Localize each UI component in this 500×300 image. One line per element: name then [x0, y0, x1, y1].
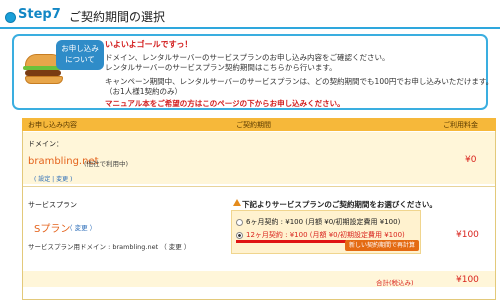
option-6-months[interactable]: 6ヶ月契約 : ¥100 (月額 ¥0/初期設定費用 ¥100) [236, 217, 400, 227]
radio-6-months[interactable] [236, 218, 243, 226]
intro-text-2: レンタルサーバーのサービスプラン契約期間はこちらから行います。 [105, 63, 337, 72]
domain-price: ¥0 [465, 155, 477, 165]
intro-text-4: （お1人様1契約のみ） [105, 87, 183, 96]
domain-note: (他社で利用中) [84, 160, 129, 168]
manual-notice: マニュアル本をご希望の方はこのページの下からお申し込みください。 [105, 99, 345, 108]
selection-underline [236, 240, 346, 243]
header-contract-period: ご契約期間 [236, 121, 271, 129]
plan-label: サービスプラン [28, 201, 77, 209]
step-divider [0, 27, 500, 29]
plan-price: ¥100 [456, 230, 479, 240]
domain-links[interactable]: ( 設定 | 変更 ) [34, 174, 72, 183]
total-row [23, 271, 495, 287]
radio-12-months[interactable] [236, 231, 243, 239]
step-number: Step7 [18, 7, 61, 22]
domain-label: ドメイン： [28, 140, 63, 148]
plan-change-link[interactable]: （ 変更 ） [66, 222, 96, 232]
recalculate-button[interactable]: 新しい契約期間で再計算 [345, 240, 419, 251]
step-header: Step7 ご契約期間の選択 [0, 0, 500, 30]
page-title: ご契約期間の選択 [69, 10, 166, 24]
intro-headline: いよいよゴールですっ！ [105, 40, 193, 49]
plan-name: Sプラン [34, 224, 71, 235]
option-12-months[interactable]: 12ヶ月契約 : ¥100 (月額 ¥0/初期設定費用 ¥100) [236, 230, 405, 240]
warning-icon [233, 199, 241, 206]
header-order-content: お申し込み内容 [28, 121, 77, 129]
period-notice: 下記よりサービスプランのご契約期間をお選びください。 [242, 200, 437, 209]
total-label: 合計(税込み) [376, 279, 414, 287]
step-bullet-icon [5, 12, 16, 23]
row-divider [23, 186, 495, 187]
total-price: ¥100 [456, 275, 479, 285]
plan-domain-text: サービスプラン用ドメイン : brambling.net （ 変更 ） [28, 243, 191, 251]
intro-badge: お申し込み について [56, 40, 104, 70]
header-fee: ご利用料金 [443, 121, 478, 129]
